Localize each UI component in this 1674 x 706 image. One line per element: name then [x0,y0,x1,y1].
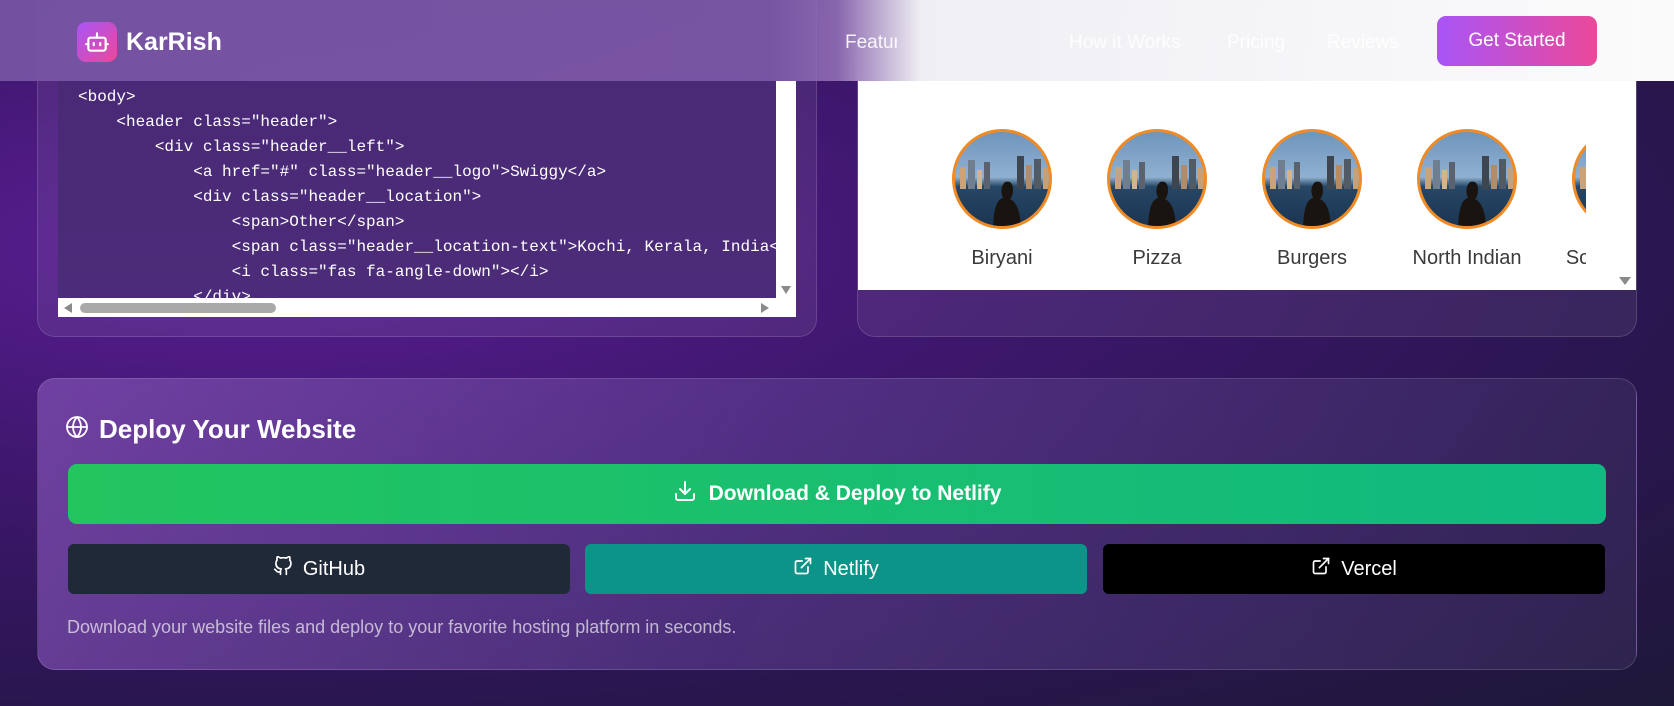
download-deploy-label: Download & Deploy to Netlify [708,482,1002,505]
external-link-icon [793,556,813,582]
nav-link-reviews[interactable]: Reviews [1327,32,1399,54]
category-image [1572,129,1586,229]
brand-name[interactable]: KarRish [126,28,222,57]
category-image [1262,129,1362,229]
deploy-title: Deploy Your Website [99,414,357,444]
code-editor[interactable]: <body> <header class="header"> <div clas… [58,81,796,317]
category-item[interactable]: North Indian [1392,129,1542,270]
code-line: <a href="#" class="header__logo">Swiggy<… [78,163,607,181]
nav-link-how-it-works[interactable]: How it Works [1069,32,1181,54]
github-label: GitHub [302,557,366,580]
code-line: <i class="fas fa-angle-down"></i> [78,263,549,281]
code-line: <div class="header__location"> [78,188,482,206]
category-item[interactable]: Pizza [1082,129,1232,270]
category-item[interactable]: Burgers [1237,129,1387,270]
scroll-right-arrow-icon[interactable] [761,303,769,313]
category-label: Biryani [971,247,1033,269]
category-image [1417,129,1517,229]
netlify-label: Netlify [823,557,879,580]
external-link-icon [1311,556,1331,582]
website-preview[interactable]: Biryani Pizza Burgers North Indian South Ind… [858,81,1636,290]
vercel-button[interactable]: Vercel [1103,544,1605,594]
scroll-down-arrow-icon[interactable] [1619,277,1631,285]
code-line: <span class="header__location-text">Koch… [78,238,796,256]
code-content: <body> <header class="header"> <div clas… [78,85,796,310]
scroll-down-arrow-icon[interactable] [781,286,791,294]
nav-link-pricing[interactable]: Pricing [1227,32,1285,54]
top-nav: KarRish Features How it Works Pricing Re… [0,0,1674,81]
category-item[interactable]: South Indian [1547,129,1586,270]
get-started-button[interactable]: Get Started [1437,16,1597,66]
code-horizontal-scrollbar[interactable] [58,298,796,317]
github-button[interactable]: GitHub [68,544,570,594]
deploy-header: Deploy Your Website [65,414,356,445]
code-line: <header class="header"> [78,113,338,131]
category-label: South Indian [1565,247,1586,269]
scrollbar-thumb[interactable] [80,303,276,313]
download-deploy-netlify-button[interactable]: Download & Deploy to Netlify [68,464,1606,524]
code-line: <div class="header__left"> [78,138,405,156]
robot-icon[interactable] [77,22,117,62]
category-label: Pizza [1132,247,1182,269]
nav-link-features[interactable]: Features [845,32,897,54]
category-item[interactable]: Biryani [927,129,1077,270]
netlify-button[interactable]: Netlify [585,544,1087,594]
category-label: Burgers [1276,247,1348,269]
category-image [952,129,1052,229]
globe-icon [65,415,89,444]
category-label: North Indian [1412,247,1522,269]
code-line: <span>Other</span> [78,213,405,231]
download-icon [673,479,697,509]
code-line: <body> [78,88,136,106]
category-image [1107,129,1207,229]
github-icon [273,555,293,582]
vercel-label: Vercel [1341,557,1397,580]
code-vertical-scrollbar[interactable] [776,81,796,298]
scroll-left-arrow-icon[interactable] [64,303,72,313]
deploy-description: Download your website files and deploy t… [67,617,737,637]
category-carousel: Biryani Pizza Burgers North Indian South Ind… [858,129,1586,279]
